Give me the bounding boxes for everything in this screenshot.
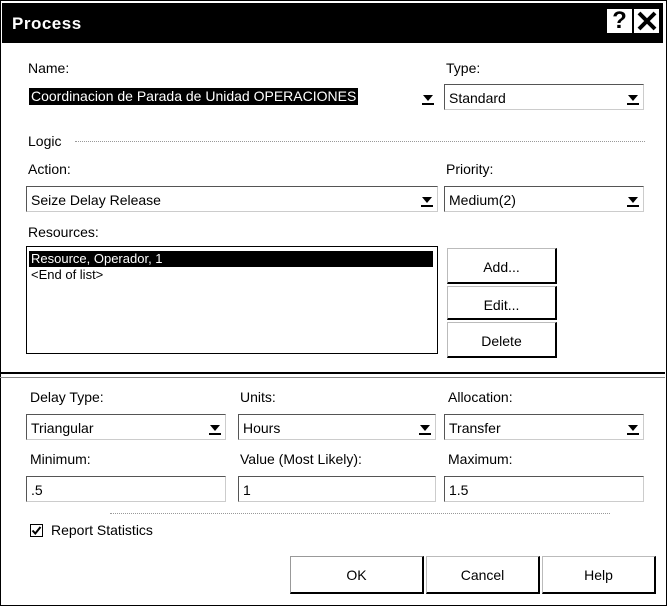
- add-button-label: Add...: [483, 259, 520, 275]
- report-statistics-label[interactable]: Report Statistics: [51, 522, 153, 538]
- delete-button-label: Delete: [481, 333, 522, 349]
- logic-group-label: Logic: [28, 133, 62, 149]
- delay-type-value: Triangular: [31, 420, 94, 436]
- delay-type-label: Delay Type:: [30, 389, 104, 405]
- help-button[interactable]: Help: [542, 556, 656, 594]
- edit-resource-button[interactable]: Edit...: [447, 286, 557, 320]
- name-value: Coordinacion de Parada de Unidad OPERACI…: [29, 88, 359, 105]
- maximum-label: Maximum:: [448, 451, 513, 467]
- minimum-input[interactable]: .5: [26, 476, 226, 502]
- report-statistics-checkbox[interactable]: [30, 524, 43, 537]
- faint-divider: [110, 513, 610, 514]
- resources-listbox[interactable]: Resource, Operador, 1 <End of list>: [26, 246, 438, 354]
- chevron-down-icon[interactable]: [417, 187, 437, 211]
- most-likely-label: Value (Most Likely):: [240, 451, 362, 467]
- priority-value: Medium(2): [449, 192, 516, 208]
- chevron-down-icon[interactable]: [205, 415, 225, 439]
- logic-group-divider: [75, 141, 645, 142]
- window-title: Process: [12, 14, 82, 33]
- allocation-value: Transfer: [449, 420, 501, 436]
- action-label: Action:: [28, 161, 71, 177]
- checkmark-icon: [31, 526, 42, 536]
- priority-combobox[interactable]: Medium(2): [444, 186, 644, 212]
- question-mark-icon: ?: [612, 7, 627, 34]
- chevron-down-icon[interactable]: [623, 187, 643, 211]
- section-separator: [0, 372, 665, 378]
- chevron-down-icon[interactable]: [623, 415, 643, 439]
- priority-label: Priority:: [446, 161, 494, 177]
- minimum-label: Minimum:: [30, 451, 91, 467]
- resources-label: Resources:: [28, 224, 99, 240]
- ok-button[interactable]: OK: [290, 556, 424, 594]
- allocation-label: Allocation:: [448, 389, 513, 405]
- units-value: Hours: [243, 420, 281, 436]
- close-button[interactable]: [632, 7, 661, 35]
- help-button-label: Help: [584, 567, 613, 583]
- type-combobox[interactable]: Standard: [444, 84, 644, 110]
- most-likely-value: 1: [243, 482, 251, 498]
- delete-resource-button[interactable]: Delete: [447, 322, 557, 358]
- action-value: Seize Delay Release: [31, 192, 161, 208]
- units-label: Units:: [240, 389, 276, 405]
- units-combobox[interactable]: Hours: [238, 414, 436, 440]
- action-combobox[interactable]: Seize Delay Release: [26, 186, 438, 212]
- list-item[interactable]: Resource, Operador, 1: [29, 251, 433, 267]
- maximum-input[interactable]: 1.5: [444, 476, 644, 502]
- type-label: Type:: [446, 60, 481, 76]
- title-bar: Process ?: [2, 3, 663, 43]
- add-resource-button[interactable]: Add...: [447, 248, 557, 284]
- cancel-button-label: Cancel: [460, 567, 505, 583]
- most-likely-input[interactable]: 1: [238, 476, 436, 502]
- list-item[interactable]: <End of list>: [29, 267, 103, 283]
- minimum-value: .5: [31, 482, 43, 498]
- edit-button-label: Edit...: [483, 297, 520, 313]
- name-label: Name:: [28, 60, 70, 76]
- chevron-down-icon[interactable]: [418, 84, 438, 110]
- maximum-value: 1.5: [449, 482, 469, 498]
- close-icon: [637, 11, 657, 31]
- cancel-button[interactable]: Cancel: [426, 556, 540, 594]
- type-value: Standard: [449, 90, 506, 106]
- delay-type-combobox[interactable]: Triangular: [26, 414, 226, 440]
- chevron-down-icon[interactable]: [415, 415, 435, 439]
- help-question-button[interactable]: ?: [605, 7, 634, 35]
- chevron-down-icon[interactable]: [623, 85, 643, 109]
- allocation-combobox[interactable]: Transfer: [444, 414, 644, 440]
- ok-button-label: OK: [346, 567, 367, 583]
- name-combobox[interactable]: Coordinacion de Parada de Unidad OPERACI…: [26, 84, 438, 110]
